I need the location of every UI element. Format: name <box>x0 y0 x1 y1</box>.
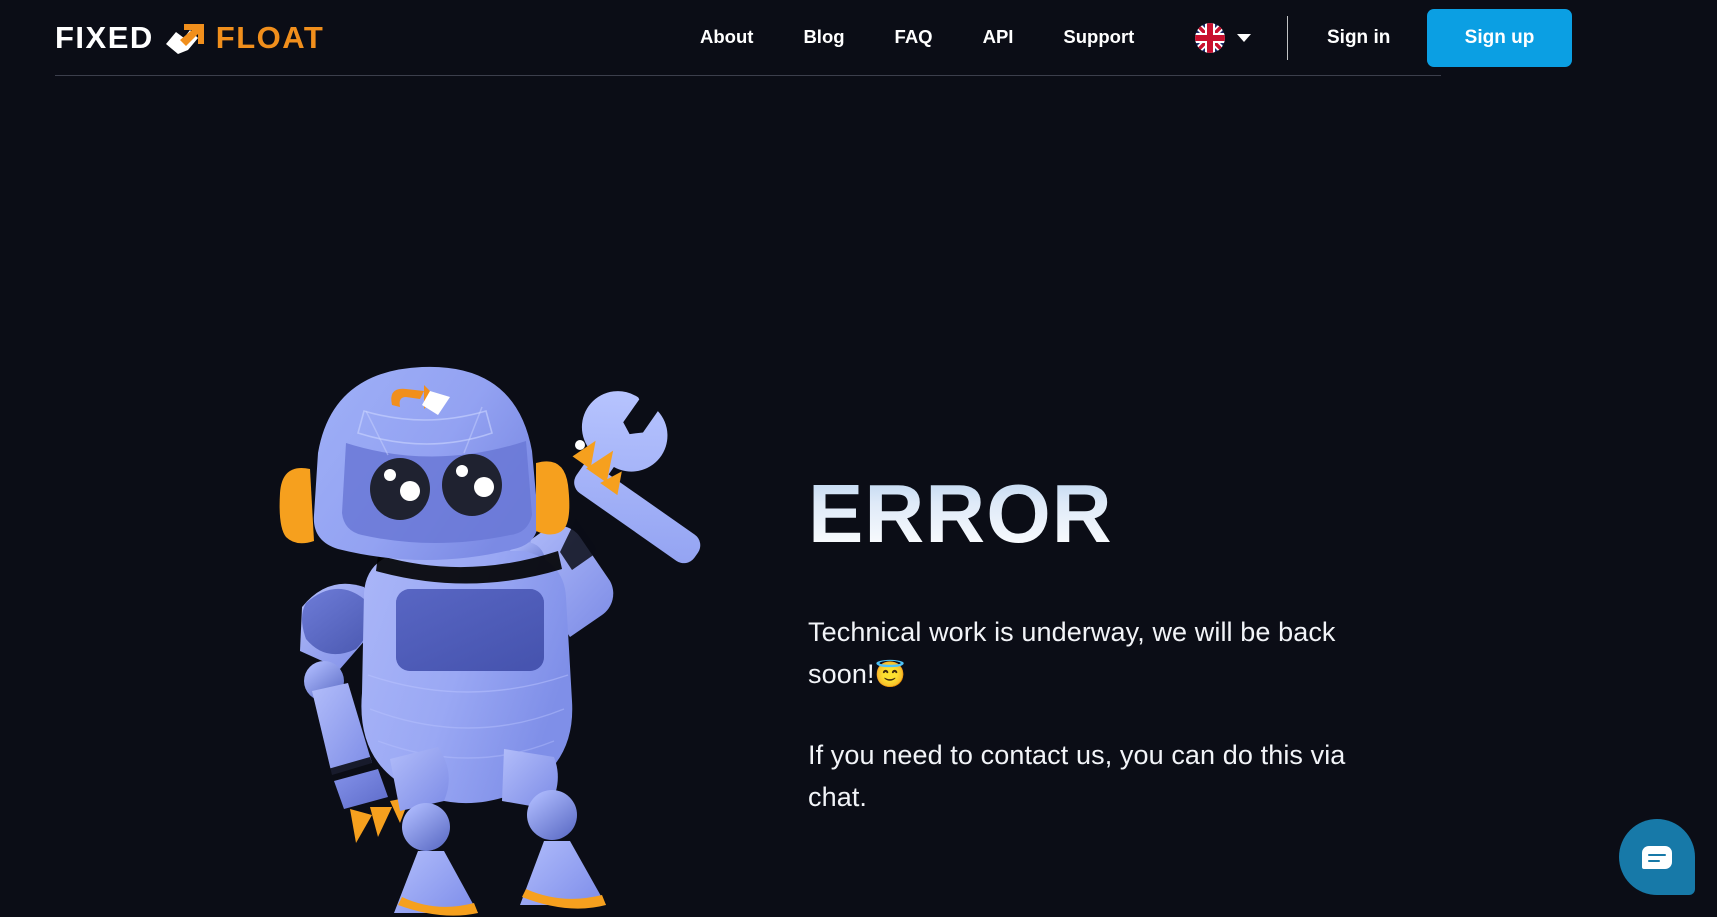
header-divider <box>1287 16 1288 60</box>
nav-item-blog[interactable]: Blog <box>778 28 869 47</box>
logo-fixed-text: FIXED <box>55 22 154 53</box>
nav-item-api[interactable]: API <box>958 28 1039 47</box>
page-title: ERROR <box>808 472 1448 555</box>
sign-in-link[interactable]: Sign in <box>1327 27 1390 49</box>
logo-float-text: FLOAT <box>216 22 325 53</box>
nav-item-about[interactable]: About <box>700 28 778 47</box>
error-message-primary: Technical work is underway, we will be b… <box>808 611 1348 696</box>
nav-item-support[interactable]: Support <box>1038 28 1159 47</box>
main-content: ERROR Technical work is underway, we wil… <box>0 77 1717 913</box>
error-message-secondary: If you need to contact us, you can do th… <box>808 734 1348 818</box>
site-header: FIXED FLOAT About Blog FAQ API Support <box>0 0 1717 77</box>
nav-item-faq[interactable]: FAQ <box>870 28 958 47</box>
arrow-exchange-icon <box>164 20 210 56</box>
primary-nav: About Blog FAQ API Support <box>700 28 1159 47</box>
header-inner: FIXED FLOAT About Blog FAQ API Support <box>55 0 1441 76</box>
robot-with-wrench-illustration <box>250 357 730 917</box>
error-copy: ERROR Technical work is underway, we wil… <box>808 472 1448 818</box>
uk-flag-icon <box>1195 23 1225 53</box>
sign-up-button[interactable]: Sign up <box>1427 9 1572 67</box>
chat-widget-button[interactable] <box>1619 819 1695 895</box>
halo-smiley-emoji: 😇 <box>875 661 906 689</box>
chat-bubble-icon <box>1642 846 1672 869</box>
brand-logo[interactable]: FIXED FLOAT <box>55 18 324 58</box>
chevron-down-icon <box>1237 34 1251 42</box>
language-selector[interactable] <box>1195 23 1251 53</box>
